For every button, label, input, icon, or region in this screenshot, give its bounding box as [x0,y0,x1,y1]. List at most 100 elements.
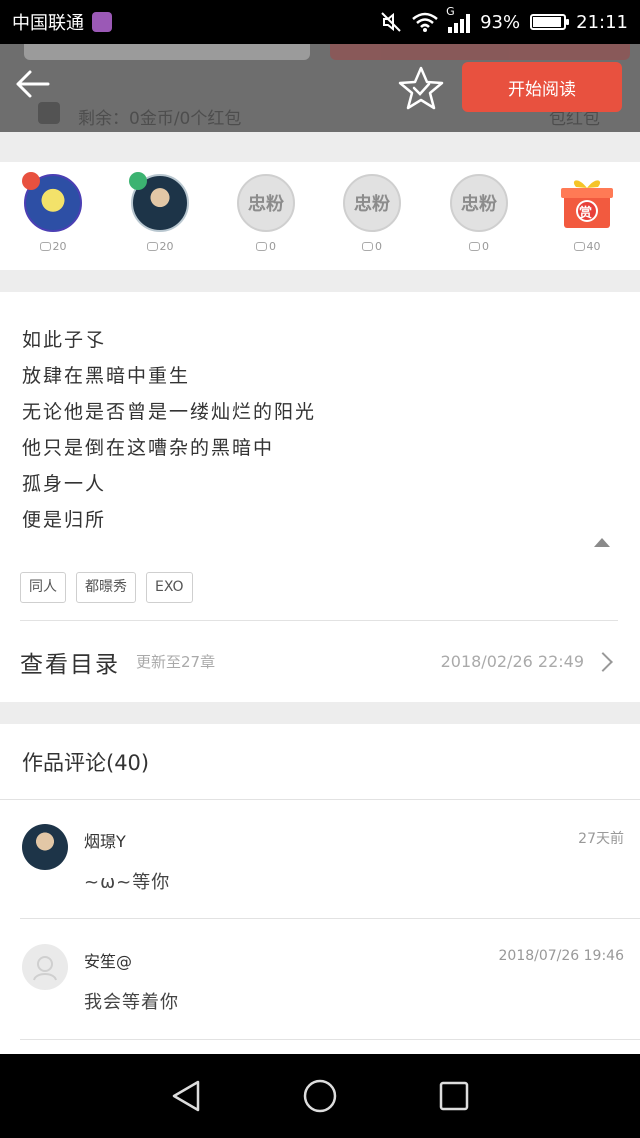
wallet-icon [38,102,60,124]
fan-coins: 0 [362,240,382,253]
fan-item[interactable]: 忠粉 0 [234,174,298,253]
reward-label: 赏 [579,206,593,221]
network-type: G [446,5,455,18]
carrier-label: 中国联通 [12,13,84,34]
circle-home-icon [303,1079,337,1113]
start-reading-button[interactable]: 开始阅读 [462,62,622,112]
status-right: G 93% 21:11 [380,5,628,33]
fan-item[interactable]: 20 [128,172,192,253]
coin-icon [469,242,480,251]
toc-update-date: 2018/02/26 22:49 [440,652,584,671]
fan-coin-count: 0 [269,240,276,253]
status-bar: 中国联通 G 93% 21:11 [0,0,640,44]
star-check-icon [398,66,444,110]
synopsis-line: 便是归所 [22,509,107,531]
back-button[interactable] [12,64,52,104]
favorite-button[interactable] [396,64,446,114]
comments-header: 作品评论(40) [0,724,640,800]
wifi-icon [412,12,438,32]
fan-coins: 20 [146,240,174,253]
comments-section: 作品评论(40) 烟璟Y 27天前 ~ω~等你 安笙@ 2018/07/26 1… [0,724,640,1054]
fan-coins: 20 [39,240,67,253]
comment-author[interactable]: 安笙@ [84,948,132,972]
clock: 21:11 [576,11,628,33]
book-description: 如此子孓 放肆在黑暗中重生 无论他是否曾是一缕灿烂的阳光 他只是倒在这嘈杂的黑暗… [0,292,640,702]
comment-author[interactable]: 烟璟Y [84,828,126,852]
synopsis-line: 他只是倒在这嘈杂的黑暗中 [22,437,275,459]
nav-home-button[interactable] [300,1076,340,1116]
comment-item[interactable]: 安笙@ 2018/07/26 19:46 我会等着你 [0,920,640,1040]
tag-list: 同人 都暻秀 EXO [20,572,193,603]
coin-icon [573,242,585,251]
avatar [22,172,82,232]
comment-text: ~ω~等你 [84,872,171,893]
fans-row: 20 20 忠粉 0 忠粉 0 忠粉 0 赏 40 [0,162,640,270]
behind-red-button [330,44,630,60]
section-gap [0,270,640,292]
toc-title: 查看目录 [20,651,120,678]
gift-icon: 赏 [558,174,616,232]
fan-coins: 0 [469,240,489,253]
synopsis-line: 孤身一人 [22,473,107,495]
synopsis-line: 如此子孓 [22,329,107,351]
coin-icon [362,242,373,251]
tag[interactable]: 都暻秀 [76,572,136,603]
fan-coin-count: 40 [586,240,601,253]
fan-placeholder-avatar: 忠粉 [343,174,401,232]
status-left: 中国联通 [12,9,112,35]
gallery-notification-icon [92,12,112,32]
collapse-arrow-icon[interactable] [594,538,610,547]
synopsis-line: 无论他是否曾是一缕灿烂的阳光 [22,401,317,423]
divider [20,1039,640,1040]
comment-time: 2018/07/26 19:46 [498,948,625,964]
signal-icon: G [446,5,471,33]
toc-update-status: 更新至27章 [136,653,216,671]
fan-placeholder-avatar: 忠粉 [450,174,508,232]
coin-icon [146,242,158,251]
fan-item[interactable]: 20 [21,172,85,253]
crown-badge-icon [22,172,40,190]
synopsis: 如此子孓 放肆在黑暗中重生 无论他是否曾是一缕灿烂的阳光 他只是倒在这嘈杂的黑暗… [22,322,316,538]
behind-pill [24,44,310,60]
triangle-back-icon [172,1080,200,1112]
fan-coin-count: 0 [375,240,382,253]
fan-item[interactable]: 忠粉 0 [340,174,404,253]
table-of-contents-row[interactable]: 查看目录 更新至27章 2018/02/26 22:49 [20,620,618,702]
comment-text: 我会等着你 [84,992,179,1013]
nav-recents-button[interactable] [434,1076,474,1116]
fan-item[interactable]: 忠粉 0 [447,174,511,253]
default-avatar-icon [33,956,57,981]
avatar [129,172,189,232]
fan-coins: 40 [573,240,601,253]
system-nav-bar [0,1054,640,1138]
section-gap [0,132,640,162]
top-toolbar: 剩余：0金币/0个红包 包红包 开始阅读 [0,44,640,132]
fan-placeholder-avatar: 忠粉 [237,174,295,232]
battery-icon [530,14,570,30]
divider [20,918,640,919]
coin-icon [39,242,51,251]
battery-percent: 93% [480,11,521,33]
back-arrow-icon [16,70,50,98]
coin-icon [256,242,267,251]
comment-time: 27天前 [578,831,624,847]
fan-coins: 0 [256,240,276,253]
comment-item[interactable]: 烟璟Y 27天前 ~ω~等你 [0,800,640,920]
fan-coin-count: 0 [482,240,489,253]
remaining-text: 剩余：0金币/0个红包 [78,109,242,129]
synopsis-line: 放肆在黑暗中重生 [22,365,191,387]
tag[interactable]: 同人 [20,572,66,603]
avatar[interactable] [22,944,68,990]
fan-coin-count: 20 [159,240,174,253]
tag[interactable]: EXO [146,572,193,603]
avatar[interactable] [22,824,68,870]
mute-icon [381,12,401,32]
section-gap [0,702,640,724]
nav-back-button[interactable] [166,1076,206,1116]
reward-button[interactable]: 赏 40 [555,174,619,253]
chevron-right-icon [593,651,613,672]
square-recents-icon [439,1081,469,1111]
screen: 中国联通 G 93% 21:11 剩余：0金币/0个红包 包红包 开始阅读 20… [0,0,640,1138]
fan-coin-count: 20 [52,240,67,253]
crown-badge-icon [129,172,147,190]
